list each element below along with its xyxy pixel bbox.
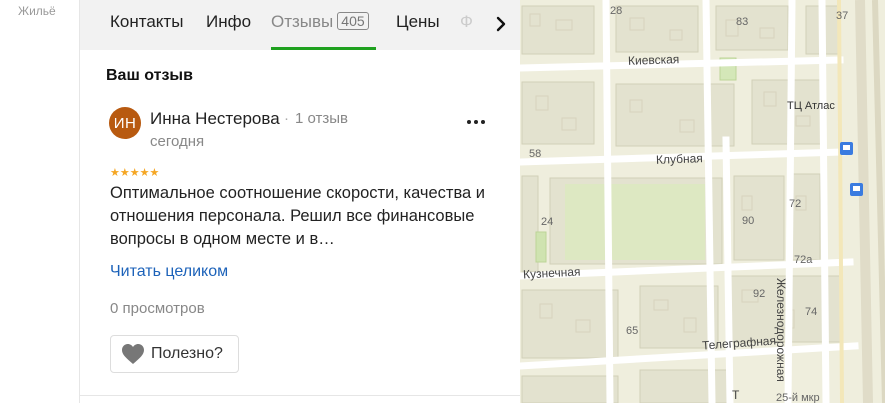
section-title: Ваш отзыв: [106, 67, 193, 84]
left-column: Жильё: [0, 0, 80, 403]
house-number: 74: [805, 306, 818, 318]
street-label: Железнодорожная: [774, 278, 788, 382]
author-review-count: · 1 отзыв: [284, 110, 348, 127]
reviews-count-badge: 405: [337, 12, 369, 30]
heart-icon: [122, 344, 144, 364]
house-number: 72а: [794, 254, 813, 266]
star-icon: ★: [139, 167, 150, 179]
tab-faded-next[interactable]: Ф: [460, 12, 473, 32]
house-number: 28: [610, 5, 623, 17]
tab-info[interactable]: Инфо: [206, 12, 251, 32]
star-icon: ★: [129, 167, 140, 179]
dot-icon: [467, 120, 471, 124]
useful-button[interactable]: Полезно?: [110, 335, 239, 373]
views-count: 0 просмотров: [110, 300, 205, 317]
star-icon: ★: [110, 167, 120, 179]
author-name[interactable]: Инна Нестерова: [150, 109, 280, 129]
organization-panel: Контакты Инфо Отзывы 405 Цены Ф Ваш отзыв…: [80, 0, 520, 403]
tabs-scroll-right-button[interactable]: [482, 0, 520, 47]
review-date: сегодня: [150, 133, 205, 150]
divider: [80, 395, 520, 396]
review-text: Оптимальное соотношение скорости, качест…: [110, 184, 486, 248]
street-label: Киевская: [627, 52, 680, 68]
house-number: 72: [789, 198, 802, 210]
read-more-link[interactable]: Читать целиком: [110, 263, 228, 281]
category-crumb[interactable]: Жильё: [18, 4, 56, 18]
tab-contacts[interactable]: Контакты: [110, 12, 183, 32]
street-label: Кузнечная: [522, 264, 581, 282]
author-review-count-label: 1 отзыв: [295, 110, 349, 127]
house-number: 58: [529, 148, 542, 160]
separator-dot: ·: [284, 110, 289, 127]
chevron-right-icon: [496, 16, 506, 31]
tab-bar: Контакты Инфо Отзывы 405 Цены Ф: [80, 0, 520, 50]
district-label: 25-й мкр: [776, 392, 820, 403]
star-rating: ★★★★★: [110, 166, 159, 179]
dot-icon: [481, 120, 485, 124]
house-number: 24: [541, 216, 554, 228]
tab-prices[interactable]: Цены: [396, 12, 440, 32]
poi-label[interactable]: ТЦ Атлас: [787, 100, 835, 112]
house-number: 37: [836, 10, 849, 22]
tab-reviews-label: Отзывы: [271, 12, 334, 31]
avatar[interactable]: ИН: [109, 107, 141, 139]
house-number: 83: [736, 16, 749, 28]
star-icon: ★: [149, 167, 160, 179]
bus-stop-icon[interactable]: [840, 142, 853, 155]
app-root: Жильё Контакты Инфо Отзывы 405 Цены Ф Ваш…: [0, 0, 885, 403]
active-tab-indicator: [271, 47, 376, 50]
star-icon: ★: [119, 167, 130, 179]
dot-icon: [474, 120, 478, 124]
tab-reviews[interactable]: Отзывы 405: [271, 12, 369, 32]
house-number: 65: [626, 325, 639, 337]
house-number: 90: [742, 215, 755, 227]
street-label: Клубная: [655, 151, 704, 167]
map[interactable]: Киевская Клубная Кузнечная Телеграфная Ж…: [520, 0, 885, 403]
more-options-button[interactable]: [462, 112, 490, 132]
bus-stop-icon[interactable]: [850, 183, 863, 196]
house-number: 92: [753, 288, 766, 300]
useful-button-label: Полезно?: [151, 345, 223, 362]
street-label: Т: [732, 388, 740, 402]
